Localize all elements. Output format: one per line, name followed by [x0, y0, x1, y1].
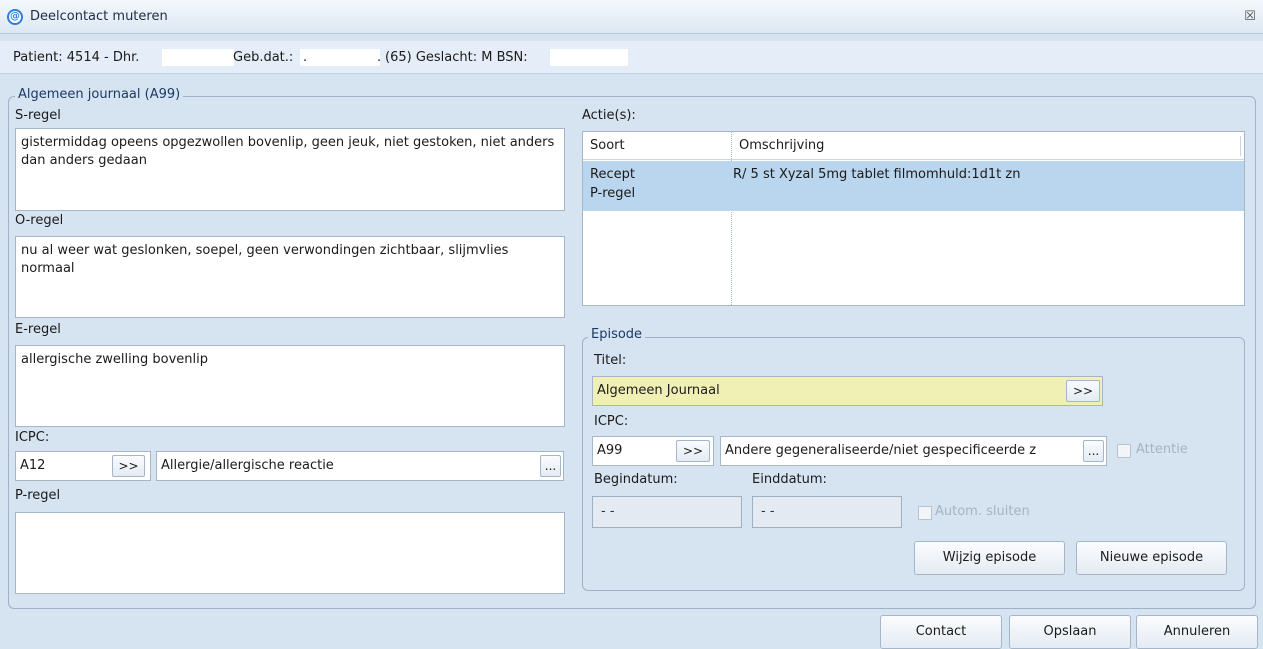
age-geslacht: (65) Geslacht: M BSN:	[385, 50, 528, 65]
title-bar	[0, 0, 1263, 34]
episode-legend: Episode	[588, 327, 646, 342]
begindatum-label: Begindatum:	[594, 472, 678, 487]
row-soort-line2: P-regel	[590, 186, 636, 201]
row-soort: Recept P-regel	[590, 165, 635, 203]
patient-id: Patient: 4514 - Dhr.	[13, 50, 140, 65]
s-regel-label: S-regel	[15, 108, 61, 123]
episode-icpc-description-field[interactable]: Andere gegeneraliseerde/niet gespecifice…	[720, 436, 1107, 466]
redacted-dob	[300, 49, 380, 66]
column-divider	[731, 132, 732, 305]
e-regel-label: E-regel	[15, 322, 61, 337]
acties-label: Actie(s):	[582, 108, 636, 123]
titel-lookup-button[interactable]: >>	[1066, 380, 1100, 402]
icpc-label: ICPC:	[15, 430, 50, 445]
o-regel-field[interactable]: nu al weer wat geslonken, soepel, geen v…	[15, 236, 565, 318]
redacted-bsn	[550, 49, 628, 66]
e-regel-field[interactable]: allergische zwelling bovenlip	[15, 345, 565, 427]
begindatum-field[interactable]: - -	[592, 496, 742, 528]
app-icon: @	[7, 9, 23, 25]
attentie-checkbox[interactable]	[1117, 444, 1131, 458]
row-soort-line1: Recept	[590, 167, 635, 182]
row-omschrijving: R/ 5 st Xyzal 5mg tablet filmomhuld:1d1t…	[733, 167, 1021, 182]
p-regel-label: P-regel	[15, 488, 61, 503]
episode-icpc-label: ICPC:	[594, 414, 629, 429]
p-regel-field[interactable]	[15, 512, 565, 594]
close-icon[interactable]: ☒	[1241, 8, 1259, 26]
episode-icpc-lookup-button[interactable]: >>	[676, 440, 710, 462]
opslaan-button[interactable]: Opslaan	[1009, 615, 1131, 649]
column-header-omschrijving[interactable]: Omschrijving	[739, 138, 824, 153]
redacted-name	[162, 49, 234, 66]
autom-sluiten-label: Autom. sluiten	[935, 504, 1030, 519]
titel-field[interactable]: Algemeen Journaal	[592, 376, 1103, 406]
window-title: Deelcontact muteren	[30, 9, 168, 24]
einddatum-field[interactable]: - -	[752, 496, 902, 528]
contact-button[interactable]: Contact	[880, 615, 1002, 649]
episode-icpc-more-button[interactable]: ...	[1083, 440, 1104, 462]
autom-sluiten-checkbox[interactable]	[918, 506, 932, 520]
icpc-more-button[interactable]: ...	[540, 455, 561, 477]
annuleren-button[interactable]: Annuleren	[1136, 615, 1258, 649]
icpc-lookup-button[interactable]: >>	[112, 455, 145, 477]
column-end-divider	[1240, 136, 1241, 156]
s-regel-field[interactable]: gistermiddag opeens opgezwollen bovenlip…	[15, 128, 565, 211]
journaal-legend: Algemeen journaal (A99)	[15, 87, 184, 102]
gebdat-dot-1: .	[303, 50, 308, 65]
acties-grid-header	[583, 132, 1244, 160]
attentie-label: Attentie	[1136, 442, 1188, 457]
gebdat-dot-2: .	[377, 50, 382, 65]
column-header-soort[interactable]: Soort	[590, 138, 625, 153]
o-regel-label: O-regel	[15, 213, 64, 228]
nieuwe-episode-button[interactable]: Nieuwe episode	[1076, 541, 1227, 575]
icpc-description-field[interactable]: Allergie/allergische reactie	[156, 451, 564, 481]
titel-label: Titel:	[594, 353, 627, 368]
einddatum-label: Einddatum:	[752, 472, 827, 487]
gebdat-label: Geb.dat.:	[233, 50, 294, 65]
wijzig-episode-button[interactable]: Wijzig episode	[914, 541, 1065, 575]
